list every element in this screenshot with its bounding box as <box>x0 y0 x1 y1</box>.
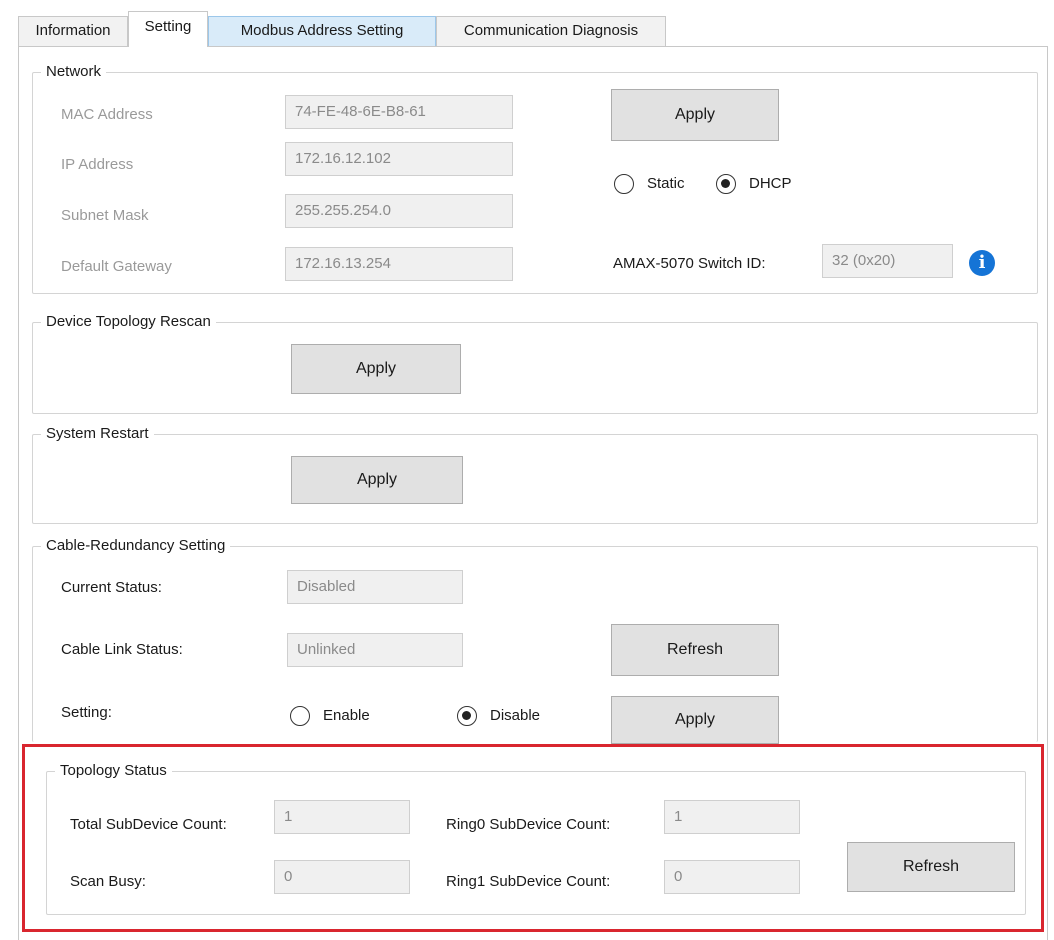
tab-information[interactable]: Information <box>18 16 128 46</box>
tab-label: Information <box>35 22 111 39</box>
switch-id-label: AMAX-5070 Switch ID: <box>613 255 766 272</box>
total-subdevice-count-field[interactable]: 1 <box>274 800 410 834</box>
tab-label: Modbus Address Setting <box>240 22 404 39</box>
topology-refresh-button[interactable]: Refresh <box>847 842 1015 892</box>
default-gateway-label: Default Gateway <box>61 258 172 275</box>
tab-label: Setting <box>144 18 192 35</box>
disable-radio-label: Disable <box>490 707 541 724</box>
group-title-network: Network <box>41 62 107 82</box>
setting-label: Setting: <box>61 704 112 721</box>
mac-address-label: MAC Address <box>61 106 153 123</box>
group-title-restart: System Restart <box>41 424 154 444</box>
enable-radio-label: Enable <box>323 707 370 724</box>
group-title-rescan: Device Topology Rescan <box>41 312 216 332</box>
scan-busy-field[interactable]: 0 <box>274 860 410 894</box>
total-subdevice-count-label: Total SubDevice Count: <box>70 816 227 833</box>
disable-radio[interactable] <box>457 706 477 726</box>
subnet-mask-label: Subnet Mask <box>61 207 149 224</box>
ring0-subdevice-count-field[interactable]: 1 <box>664 800 800 834</box>
dhcp-radio-label: DHCP <box>749 175 792 192</box>
static-radio-label: Static <box>647 175 685 192</box>
tab-setting[interactable]: Setting <box>128 11 208 47</box>
tab-modbus-address-setting[interactable]: Modbus Address Setting <box>208 16 436 46</box>
cable-link-status-field[interactable]: Unlinked <box>287 633 463 667</box>
ring1-subdevice-count-label: Ring1 SubDevice Count: <box>446 873 611 890</box>
enable-radio[interactable] <box>290 706 310 726</box>
restart-apply-button[interactable]: Apply <box>291 456 463 504</box>
dhcp-radio[interactable] <box>716 174 736 194</box>
group-title-topology: Topology Status <box>55 761 172 781</box>
rescan-apply-button[interactable]: Apply <box>291 344 461 394</box>
info-icon[interactable]: i <box>969 250 995 276</box>
cable-apply-button[interactable]: Apply <box>611 696 779 744</box>
ip-address-label: IP Address <box>61 156 134 173</box>
ring0-subdevice-count-label: Ring0 SubDevice Count: <box>446 816 611 833</box>
cable-link-status-label: Cable Link Status: <box>61 641 183 658</box>
subnet-mask-field[interactable]: 255.255.254.0 <box>285 194 513 228</box>
tab-communication-diagnosis[interactable]: Communication Diagnosis <box>436 16 666 46</box>
current-status-label: Current Status: <box>61 579 162 596</box>
mac-address-field[interactable]: 74-FE-48-6E-B8-61 <box>285 95 513 129</box>
default-gateway-field[interactable]: 172.16.13.254 <box>285 247 513 281</box>
group-title-cable: Cable-Redundancy Setting <box>41 536 231 556</box>
switch-id-field[interactable]: 32 (0x20) <box>822 244 953 278</box>
scan-busy-label: Scan Busy: <box>70 873 146 890</box>
topology-rescan-group: Device Topology Rescan <box>32 312 1038 414</box>
cable-refresh-button[interactable]: Refresh <box>611 624 779 676</box>
system-restart-group: System Restart <box>32 424 1038 524</box>
network-apply-button[interactable]: Apply <box>611 89 779 141</box>
tab-label: Communication Diagnosis <box>463 22 639 39</box>
ip-address-field[interactable]: 172.16.12.102 <box>285 142 513 176</box>
current-status-field[interactable]: Disabled <box>287 570 463 604</box>
tab-bar: Information Setting Modbus Address Setti… <box>0 0 1054 48</box>
ring1-subdevice-count-field[interactable]: 0 <box>664 860 800 894</box>
static-radio[interactable] <box>614 174 634 194</box>
